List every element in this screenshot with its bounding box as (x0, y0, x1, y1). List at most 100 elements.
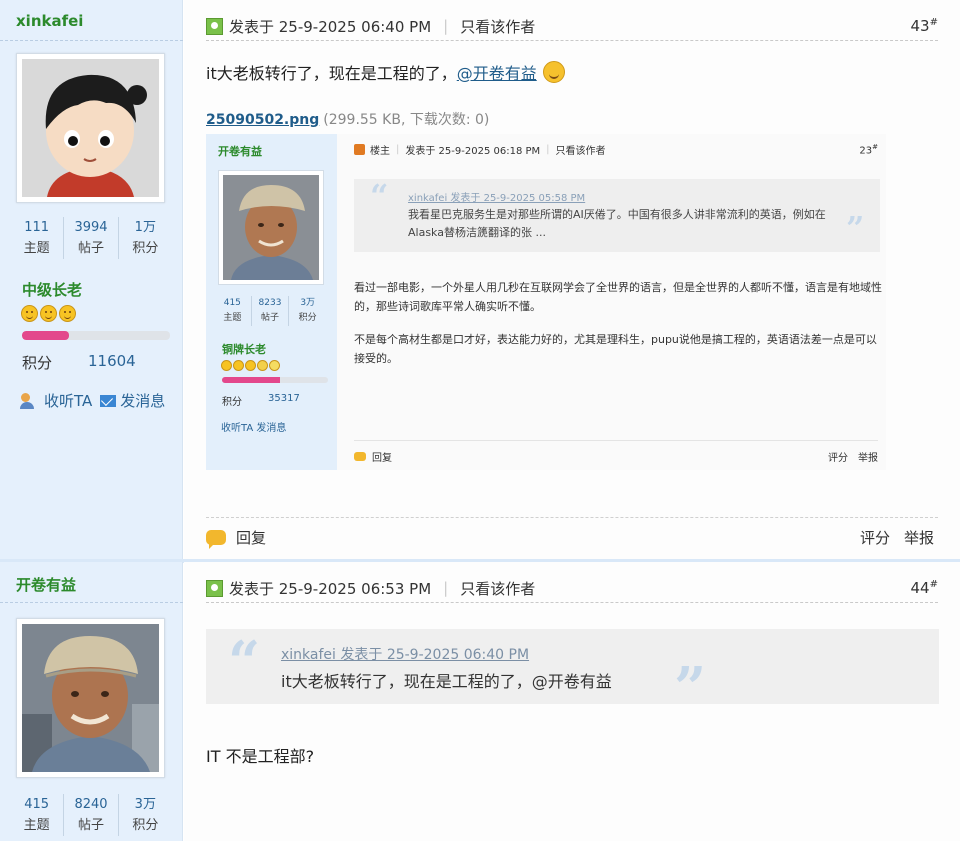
sun-face-icon (59, 305, 76, 322)
quote-body: it大老板转行了，现在是工程的了，@开卷有益 (281, 672, 612, 691)
embedded-stat-credits: 3万 积分 (298, 298, 317, 323)
only-author-link[interactable]: 只看该作者 (460, 16, 535, 37)
embedded-quote: “ ” xinkafei 发表于 25-9-2025 05:58 PM 我看星巴… (354, 177, 880, 252)
post-message: it大老板转行了，现在是工程的了，@开卷有益 (206, 60, 565, 84)
embedded-rate-label: 评分 (828, 453, 848, 464)
embedded-floor-number: 23# (859, 142, 878, 157)
stat-threads[interactable]: 415 主题 (10, 794, 65, 836)
online-status-icon (206, 17, 223, 35)
embedded-paragraph: 不是每个高材生都是口才好，表达能力好的，尤其是理科生，pupu说他是搞工程的，英… (354, 333, 877, 365)
close-quote-icon: ” (846, 209, 865, 247)
close-quote-icon: ” (674, 655, 707, 721)
post-content: 发表于 25-9-2025 06:40 PM | 只看该作者 43# it大老板… (184, 0, 960, 560)
embedded-credit-row: 积分 35317 (222, 393, 300, 408)
post-content: 发表于 25-9-2025 06:53 PM | 只看该作者 44# “ ” x… (184, 562, 960, 841)
stat-credits[interactable]: 1万 积分 (119, 217, 172, 259)
sun-face-icon (40, 305, 57, 322)
star-icon (269, 360, 280, 371)
separator: | (443, 17, 449, 35)
rank-title[interactable]: 中级长老 (22, 279, 82, 300)
author-name[interactable]: xinkafei (16, 12, 83, 30)
embedded-rank-title: 铜牌长老 (222, 343, 266, 356)
embedded-post-footer: 回复 评分 举报 (354, 440, 878, 464)
author-sidebar: xinkafei 111 主题 3994 帖子 1万 积分 中级长老 积分 11… (0, 0, 183, 560)
stat-posts[interactable]: 3994 帖子 (64, 217, 119, 259)
follow-icon[interactable] (20, 392, 40, 410)
rank-progress-bar (22, 331, 170, 340)
thread-owner-icon (354, 144, 365, 155)
author-name[interactable]: 开卷有益 (16, 574, 76, 595)
rank-stars (21, 305, 76, 322)
quote-block: “ ” xinkafei 发表于 25-9-2025 06:40 PM it大老… (206, 629, 939, 721)
avatar[interactable] (16, 618, 165, 778)
message-text: it大老板转行了，现在是工程的了， (206, 64, 457, 83)
open-quote-icon: “ (228, 629, 261, 695)
divider (0, 602, 183, 603)
rank-progress-fill (22, 331, 70, 340)
embedded-paragraph: 看过一部电影，一个外星人用几秒在互联网学会了全世界的语言，但是全世界的人都听不懂… (354, 281, 882, 313)
divider (206, 40, 938, 41)
credit-value: 11604 (88, 352, 136, 370)
post-date: 发表于 25-9-2025 06:40 PM (229, 17, 432, 36)
floor-number[interactable]: 44# (911, 579, 938, 597)
rate-button[interactable]: 评分 (860, 527, 890, 548)
embedded-post-body: 看过一部电影，一个外星人用几秒在互联网学会了全世界的语言，但是全世界的人都听不懂… (354, 278, 884, 382)
stat-threads[interactable]: 111 主题 (10, 217, 65, 259)
cartoon-boy-avatar-image (22, 59, 159, 197)
quote-header-link[interactable]: xinkafei 发表于 25-9-2025 06:40 PM (281, 644, 529, 664)
open-quote-icon: “ (370, 177, 389, 215)
embedded-stat-threads: 415 主题 (214, 296, 252, 326)
author-sidebar: 开卷有益 415 主题 8240 帖子 3万 积分 (0, 562, 183, 841)
avatar[interactable] (16, 53, 165, 203)
reply-button[interactable]: 回复 (236, 527, 266, 548)
stat-posts[interactable]: 8240 帖子 (64, 794, 119, 836)
attachment-image[interactable]: 开卷有益 415 主题 8233 帖子 3万 积分 铜牌长老 积分 35317 … (206, 134, 886, 470)
author-stats: 111 主题 3994 帖子 1万 积分 (10, 217, 172, 259)
post-43: xinkafei 111 主题 3994 帖子 1万 积分 中级长老 积分 11… (0, 0, 960, 560)
man-photo-avatar-image (22, 624, 159, 772)
sun-face-icon (21, 305, 38, 322)
reply-icon (354, 452, 366, 461)
divider (0, 40, 183, 41)
post-message: IT 不是工程部? (206, 747, 315, 766)
report-button[interactable]: 举报 (904, 527, 934, 548)
attachment: 25090502.png (299.55 KB, 下载次数: 0) (206, 109, 489, 129)
embedded-report-label: 举报 (858, 453, 878, 464)
embedded-credit-label: 积分 (222, 397, 242, 408)
thinking-emoji-icon (542, 61, 565, 83)
embedded-post-date: 发表于 25-9-2025 06:18 PM (405, 146, 541, 157)
only-author-link[interactable]: 只看该作者 (460, 578, 535, 599)
embedded-rank-progress-bar (222, 377, 328, 383)
divider (206, 602, 938, 603)
embedded-author-sidebar: 开卷有益 415 主题 8233 帖子 3万 积分 铜牌长老 积分 35317 … (206, 134, 337, 470)
author-actions: 收听TA 发消息 (20, 390, 165, 411)
embedded-stat-posts: 8233 帖子 (252, 296, 290, 326)
embedded-credit-value: 35317 (268, 393, 300, 404)
attachment-meta: (299.55 KB, 下载次数: 0) (323, 112, 490, 128)
sun-icon (233, 360, 244, 371)
embedded-author-name: 开卷有益 (218, 145, 262, 158)
embedded-stats: 415 主题 8233 帖子 3万 积分 (214, 296, 326, 326)
embedded-rank-progress-fill (222, 377, 281, 383)
send-message-link[interactable]: 发消息 (120, 390, 165, 411)
embedded-avatar (218, 170, 324, 285)
embedded-reply-label: 回复 (372, 453, 392, 464)
floor-number[interactable]: 43# (911, 17, 938, 35)
follow-link[interactable]: 收听TA (44, 390, 92, 411)
separator: | (396, 144, 400, 155)
reply-icon[interactable] (206, 530, 226, 549)
embedded-post-header: 楼主 | 发表于 25-9-2025 06:18 PM | 只看该作者 23# (354, 142, 878, 157)
divider (206, 517, 938, 518)
credit-row: 积分 11604 (22, 352, 136, 373)
embedded-only-author: 只看该作者 (555, 146, 606, 157)
attachment-link[interactable]: 25090502.png (206, 112, 319, 128)
post-header: 发表于 25-9-2025 06:53 PM | 只看该作者 44# (206, 574, 938, 602)
post-44: 开卷有益 415 主题 8240 帖子 3万 积分 发表于 25-9-2025 … (0, 562, 960, 841)
sun-icon (221, 360, 232, 371)
credit-label: 积分 (22, 354, 53, 372)
separator: | (546, 144, 550, 155)
separator: | (443, 579, 449, 597)
stat-credits[interactable]: 3万 积分 (119, 794, 172, 836)
mail-icon[interactable] (100, 394, 117, 407)
mention-link[interactable]: @开卷有益 (457, 64, 537, 83)
